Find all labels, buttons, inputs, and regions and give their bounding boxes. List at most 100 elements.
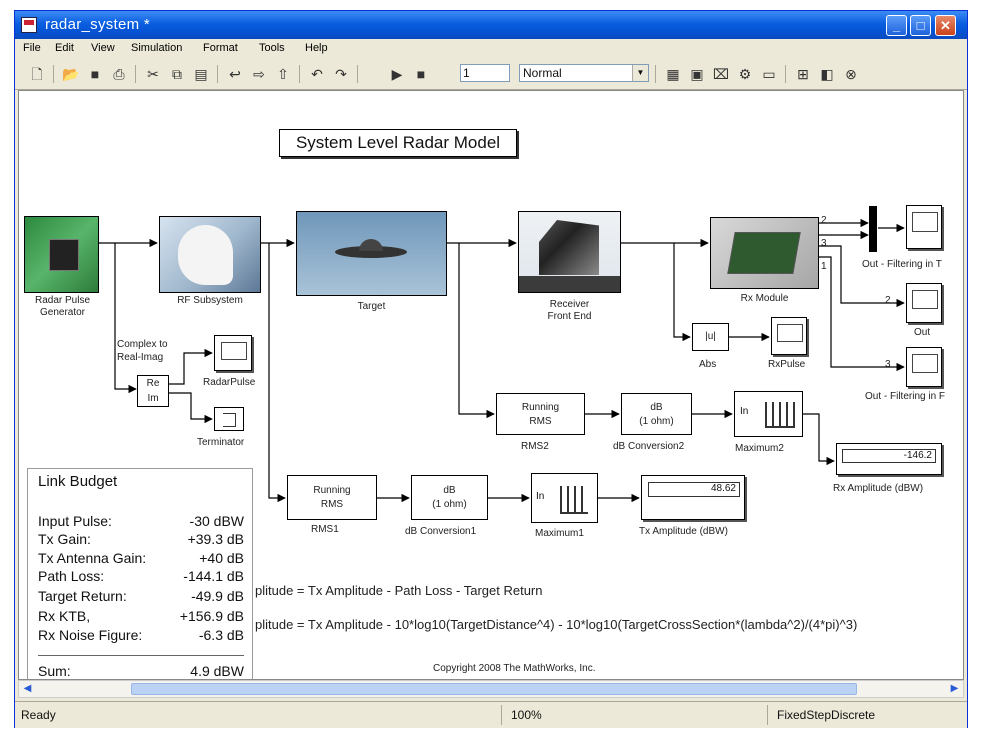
histogram-icon [560, 486, 588, 514]
radar-pulse-label: Radar Pulse [34, 295, 91, 306]
copy-icon[interactable]: ⧉ [167, 64, 187, 84]
rotate-icon[interactable]: ↶ [307, 64, 327, 84]
stop-time-input[interactable]: 1 [460, 64, 510, 82]
stop-icon[interactable]: ■ [411, 64, 431, 84]
redo-icon[interactable]: ⇨ [249, 64, 269, 84]
rms2-label: RMS2 [521, 441, 549, 452]
db-conversion1-block[interactable]: dB (1 ohm) [411, 475, 488, 520]
print-icon[interactable]: ⎙ [109, 64, 129, 84]
build-icon[interactable]: ▭ [759, 64, 779, 84]
status-ready: Ready [21, 708, 56, 722]
out-filtering-t-scope[interactable] [906, 205, 942, 249]
budget-row: Target Return: -49.9 dB [38, 588, 244, 604]
equation-2: plitude = Tx Amplitude - 10*log10(Target… [255, 617, 858, 632]
maximum1-label: Maximum1 [535, 528, 584, 539]
chevron-down-icon[interactable]: ▼ [632, 65, 648, 81]
antenna-dish-icon [178, 225, 233, 285]
title-bar[interactable]: radar_system * _ □ ✕ [15, 11, 967, 39]
toolbar: 🗋 📂 ■ ⎙ ✂ ⧉ ▤ ↩ ⇨ ⇧ ↶ ↷ ▶ ■ 1 Normal ▼ ▦… [15, 59, 967, 90]
link-budget-panel: Link Budget Input Pulse: -30 dBW Tx Gain:… [27, 468, 253, 679]
circuit-board-icon [727, 232, 801, 274]
abs-label: Abs [699, 359, 717, 370]
receiver-label: Receiver [549, 299, 590, 310]
scroll-right-icon[interactable]: ▶ [947, 682, 962, 696]
chip-icon [49, 239, 79, 271]
menu-simulation[interactable]: Simulation [131, 42, 182, 54]
budget-row: Rx Noise Figure: -6.3 dB [38, 627, 244, 643]
horizontal-scrollbar[interactable]: ◀ ▶ [18, 680, 964, 698]
terminator-block[interactable] [214, 407, 244, 431]
signal-icon[interactable]: ⚙ [735, 64, 755, 84]
minimize-button[interactable]: _ [886, 15, 907, 36]
budget-row: Path Loss: -144.1 dB [38, 568, 244, 584]
radar-pulse-block[interactable] [24, 216, 99, 293]
rx-amplitude-label: Rx Amplitude (dBW) [833, 483, 924, 494]
open-icon[interactable]: 📂 [61, 64, 81, 84]
rotate-back-icon[interactable]: ↷ [331, 64, 351, 84]
db-conversion2-block[interactable]: dB (1 ohm) [621, 393, 692, 435]
abs-symbol: |u| [705, 331, 716, 342]
model-explorer-icon[interactable]: ▣ [687, 64, 707, 84]
new-icon[interactable]: 🗋 [27, 64, 47, 84]
out-port-number: 2 [885, 295, 891, 306]
cut-icon[interactable]: ✂ [143, 64, 163, 84]
budget-row: Tx Antenna Gain: +40 dB [38, 550, 244, 566]
scroll-left-icon[interactable]: ◀ [20, 682, 35, 696]
budget-row: Tx Gain: +39.3 dB [38, 531, 244, 547]
out-filtering-f-scope[interactable] [906, 347, 942, 387]
help-icon[interactable]: ⊗ [841, 64, 861, 84]
rx-amplitude-display[interactable]: -146.2 [836, 443, 942, 475]
close-button[interactable]: ✕ [935, 15, 956, 36]
maximum1-in-port: In [536, 491, 545, 502]
library-icon[interactable]: ▦ [663, 64, 683, 84]
rf-subsystem-label: RF Subsystem [177, 295, 243, 306]
tx-amplitude-display[interactable]: 48.62 [641, 475, 745, 520]
maximum1-block[interactable]: In [531, 473, 598, 523]
save-icon[interactable]: ■ [85, 64, 105, 84]
paste-icon[interactable]: ▤ [191, 64, 211, 84]
maximum2-block[interactable]: In [734, 391, 803, 437]
out-scope[interactable] [906, 283, 942, 323]
menu-format[interactable]: Format [203, 42, 238, 54]
db-conversion2-label: dB Conversion2 [613, 441, 685, 452]
target-block[interactable] [296, 211, 447, 296]
up-icon[interactable]: ⇧ [273, 64, 293, 84]
undo-icon[interactable]: ↩ [225, 64, 245, 84]
rx-module-block[interactable] [710, 217, 819, 289]
menu-view[interactable]: View [91, 42, 115, 54]
subsystem-icon[interactable]: ⊞ [793, 64, 813, 84]
receiver-label-2: Front End [547, 311, 592, 322]
menu-tools[interactable]: Tools [259, 42, 285, 54]
menu-help[interactable]: Help [305, 42, 328, 54]
db1-ohm: (1 ohm) [432, 499, 467, 510]
rx-out-port-2: 2 [821, 215, 827, 226]
model-title: System Level Radar Model [279, 129, 517, 157]
out-filtering-f-label: Out - Filtering in F [865, 391, 946, 402]
real-imag-label: Real-Imag [117, 352, 164, 363]
diagnostics-icon[interactable]: ◧ [817, 64, 837, 84]
rx-pulse-scope[interactable] [771, 317, 807, 355]
equation-1: plitude = Tx Amplitude - Path Loss - Tar… [255, 583, 543, 598]
debugger-icon[interactable]: ⌧ [711, 64, 731, 84]
tx-amplitude-label: Tx Amplitude (dBW) [639, 526, 728, 537]
abs-block[interactable]: |u| [692, 323, 729, 351]
receiver-block[interactable] [518, 211, 621, 293]
rms1-label: RMS1 [311, 524, 339, 535]
scrollbar-thumb[interactable] [131, 683, 857, 695]
menu-file[interactable]: File [23, 42, 41, 54]
menu-edit[interactable]: Edit [55, 42, 74, 54]
radar-pulse-scope[interactable] [214, 335, 252, 371]
rms1-running: Running [313, 485, 351, 496]
out-label: Out [914, 327, 931, 338]
db-conversion1-label: dB Conversion1 [405, 526, 477, 537]
rms1-block[interactable]: Running RMS [287, 475, 377, 520]
simulation-mode-select[interactable]: Normal ▼ [519, 64, 649, 82]
maximize-button[interactable]: □ [910, 15, 931, 36]
rf-subsystem-block[interactable] [159, 216, 261, 293]
rms2-block[interactable]: Running RMS [496, 393, 585, 435]
link-budget-title: Link Budget [38, 473, 118, 490]
terminator-icon [223, 413, 236, 427]
play-icon[interactable]: ▶ [387, 64, 407, 84]
complex-to-real-imag-block[interactable]: Re Im [137, 375, 169, 407]
model-canvas[interactable]: System Level Radar Model Radar Pulse Gen… [18, 90, 964, 680]
